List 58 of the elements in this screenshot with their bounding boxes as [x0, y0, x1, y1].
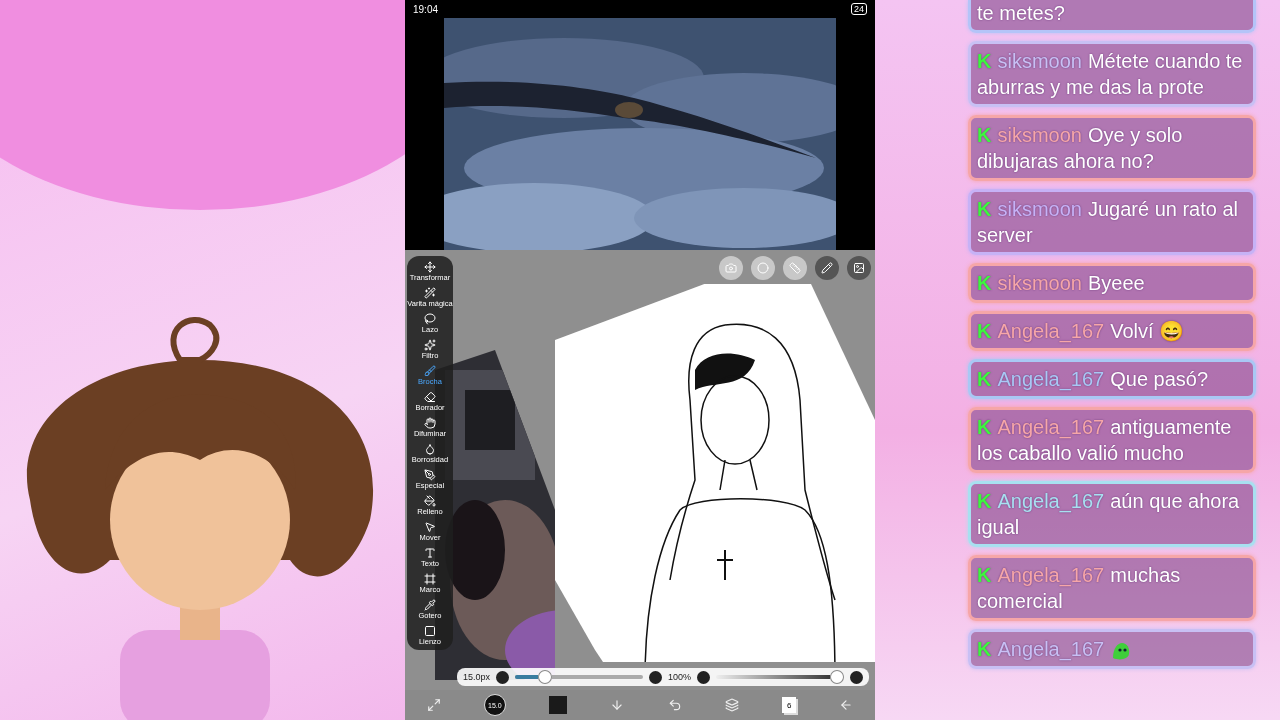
- back-button[interactable]: [839, 698, 854, 712]
- image-icon: [853, 262, 865, 274]
- chat-text: K siksmoon Byeee: [977, 271, 1146, 296]
- type-icon: [424, 546, 436, 559]
- chat-text: K Angela_167: [977, 636, 1247, 662]
- bucket-icon: [424, 494, 436, 507]
- expand-icon: [426, 698, 441, 712]
- chat-text: K Angela_167 aún que ahora igual: [977, 489, 1241, 540]
- chat-text: K Angela_167 antiguamente los caballo valió mucho: [977, 415, 1233, 466]
- eraser-icon: [424, 390, 436, 403]
- image-button[interactable]: [847, 256, 871, 280]
- frame-icon: [424, 572, 436, 585]
- droplet-icon: [424, 442, 436, 455]
- layer-count-button[interactable]: 6: [782, 697, 797, 713]
- chat-text: K siksmoon Oye y solo dibujaras ahora no?: [977, 123, 1184, 174]
- sparkles-icon: [424, 338, 436, 351]
- status-time: 19:04: [413, 3, 439, 15]
- chat-text: K siksmoon Jugaré un rato al server: [977, 197, 1240, 248]
- layers-button[interactable]: [724, 698, 739, 712]
- camera-button[interactable]: [719, 256, 743, 280]
- pointer-icon: [424, 520, 436, 533]
- chat-text: K Angela_167 Volví 😄: [977, 319, 1186, 344]
- square-icon: [424, 624, 436, 637]
- chat-text: K siksmoon Métete cuando te aburras y me das la prote: [977, 49, 1244, 100]
- back-icon: [839, 698, 854, 712]
- decrease-button[interactable]: [496, 670, 510, 684]
- pen-icon: [424, 468, 436, 481]
- chat-text: K Angela_167 Que pasó?: [977, 367, 1210, 392]
- opacity-label: 100%: [668, 672, 692, 682]
- size-slider[interactable]: [515, 670, 643, 684]
- camera-icon: [725, 262, 737, 274]
- ruler-button[interactable]: [783, 256, 807, 280]
- brush-icon: [424, 364, 436, 377]
- circle-icon: [757, 262, 769, 274]
- hand-icon: [424, 416, 436, 429]
- lasso-icon: [424, 312, 436, 325]
- pencil-button[interactable]: [815, 256, 839, 280]
- circle-button[interactable]: [751, 256, 775, 280]
- undo-icon: [667, 698, 682, 712]
- color-button[interactable]: [549, 696, 568, 714]
- layers-icon: [724, 698, 739, 712]
- opacity-slider[interactable]: [716, 670, 844, 684]
- pipette-icon: [424, 598, 436, 611]
- increase-button[interactable]: [649, 670, 662, 684]
- brush-size-label: 15.0px: [463, 672, 491, 682]
- increase-button[interactable]: [850, 670, 863, 684]
- chat-text: K Angela_167 muchas comercial: [977, 563, 1182, 614]
- fullscreen-button[interactable]: [426, 698, 441, 712]
- decrease-button[interactable]: [697, 670, 711, 684]
- wand-icon: [424, 286, 436, 299]
- pencil-icon: [821, 262, 833, 274]
- chat-text: te metes?: [977, 1, 1066, 26]
- ruler-icon: [789, 262, 801, 274]
- battery-level: 24: [851, 3, 867, 15]
- move-icon: [424, 260, 436, 273]
- slider-thumb[interactable]: [830, 670, 844, 684]
- undo-button[interactable]: [667, 698, 682, 712]
- slider-thumb[interactable]: [537, 670, 552, 684]
